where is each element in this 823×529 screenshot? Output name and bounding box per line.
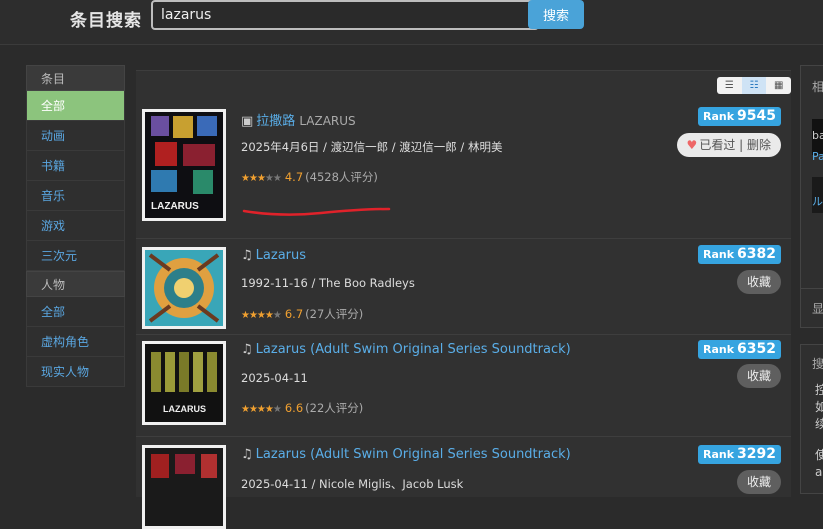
result-title[interactable]: ♫ Lazarus (Adult Swim Original Series Sou… <box>241 342 571 357</box>
result-title[interactable]: ♫ Lazarus (Adult Swim Original Series Sou… <box>241 447 571 462</box>
related-box: 相 ba Pa ル <box>800 65 823 290</box>
cover-image[interactable] <box>142 445 226 529</box>
list-detail-icon[interactable]: ☷ <box>741 77 767 94</box>
svg-text:LAZARUS: LAZARUS <box>151 201 199 212</box>
list-icon[interactable]: ☰ <box>717 77 742 94</box>
collect-button[interactable]: 收藏 <box>736 270 781 294</box>
rank-badge: Rank 9545 <box>697 107 781 126</box>
result-rating: ★★★★★ 6.7 (27人评分) <box>241 307 364 321</box>
result-info: 2025-04-11 / Nicole Miglis、Jacob Lusk <box>241 477 464 491</box>
display-box: 显 <box>800 288 823 328</box>
red-underline-annotation <box>242 207 391 216</box>
music-icon: ♫ <box>241 447 253 462</box>
music-icon: ♫ <box>241 248 253 263</box>
sidebar-item-characters[interactable]: 虚构角色 <box>26 327 125 357</box>
result-item: LAZARUS ♫ Lazarus (Adult Swim Original Se… <box>136 335 791 437</box>
search-input[interactable] <box>151 0 539 30</box>
svg-text:LAZARUS: LAZARUS <box>163 404 206 414</box>
view-mode-toggle: ☰ ☷ ▦ <box>717 77 791 94</box>
result-title[interactable]: ♫ Lazarus <box>241 248 306 263</box>
star-rating-icon: ★★★★★ <box>241 404 282 415</box>
tv-icon: ▣ <box>241 114 254 129</box>
result-rating: ★★★★★ 4.7 (4528人评分) <box>241 170 378 184</box>
result-info: 2025-04-11 <box>241 371 308 385</box>
collect-button[interactable]: 收藏 <box>736 470 781 494</box>
category-sidebar: 条目 全部 动画 书籍 音乐 游戏 三次元 人物 全部 虚构角色 现实人物 <box>26 65 125 387</box>
search-label: 条目搜索 <box>70 11 142 31</box>
sidebar-item-real-people[interactable]: 现实人物 <box>26 357 125 387</box>
sidebar-item-all[interactable]: 全部 <box>26 91 125 121</box>
sidebar-item-books[interactable]: 书籍 <box>26 151 125 181</box>
search-tips-box: 搜 控 如 续 使 a <box>800 344 823 494</box>
collect-button[interactable]: 收藏 <box>736 364 781 388</box>
grid-icon[interactable]: ▦ <box>766 77 791 94</box>
top-bar: 条目搜索 搜索 <box>0 0 823 45</box>
sidebar-item-real[interactable]: 三次元 <box>26 241 125 271</box>
music-icon: ♫ <box>241 342 253 357</box>
result-rating: ★★★★★ 6.6 (22人评分) <box>241 401 364 415</box>
sidebar-group-title-people: 人物 <box>26 271 125 297</box>
sidebar-item-people-all[interactable]: 全部 <box>26 297 125 327</box>
cover-image[interactable]: LAZARUS <box>142 109 226 221</box>
sidebar-item-games[interactable]: 游戏 <box>26 211 125 241</box>
cover-image[interactable]: LAZARUS <box>142 341 226 425</box>
rank-badge: Rank 6382 <box>697 245 781 264</box>
star-rating-icon: ★★★★★ <box>241 173 282 184</box>
sidebar-item-music[interactable]: 音乐 <box>26 181 125 211</box>
rank-badge: Rank 6352 <box>697 340 781 359</box>
result-info: 2025年4月6日 / 渡辺信一郎 / 渡辺信一郎 / 林明美 <box>241 140 503 154</box>
star-rating-icon: ★★★★★ <box>241 310 282 321</box>
cover-image[interactable] <box>142 247 226 329</box>
result-title[interactable]: ▣ 拉撒路 LAZARUS <box>241 110 356 129</box>
search-button[interactable]: 搜索 <box>528 0 584 29</box>
result-item: ♫ Lazarus (Adult Swim Original Series Sou… <box>136 437 791 529</box>
result-info: 1992-11-16 / The Boo Radleys <box>241 276 415 290</box>
watched-delete-button[interactable]: ♥ 已看过 | 删除 <box>676 133 781 157</box>
result-item: ♫ Lazarus 1992-11-16 / The Boo Radleys ★★… <box>136 239 791 335</box>
sidebar-group-title-subjects: 条目 <box>26 65 125 91</box>
results-panel: ☰ ☷ ▦ LAZARUS ▣ 拉撒路 LAZARUS 2025年4月6日 / 渡辺 <box>136 70 791 529</box>
sidebar-item-anime[interactable]: 动画 <box>26 121 125 151</box>
result-item: LAZARUS ▣ 拉撒路 LAZARUS 2025年4月6日 / 渡辺信一郎 / … <box>136 102 791 239</box>
rank-badge: Rank 3292 <box>697 445 781 464</box>
heart-icon: ♥ <box>686 138 698 152</box>
view-bar: ☰ ☷ ▦ <box>136 70 791 103</box>
